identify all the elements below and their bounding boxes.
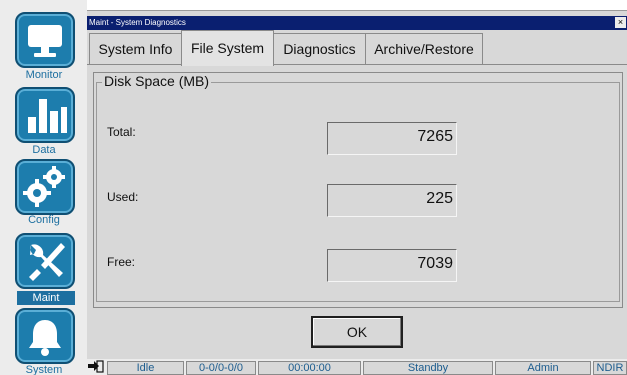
sidebar-item-config[interactable] xyxy=(15,159,75,215)
sidebar-item-label: System xyxy=(25,364,63,375)
sidebar-item-label: Maint xyxy=(17,291,75,305)
sidebar-item-label: Config xyxy=(28,214,60,226)
system-diagnostics-dialog: Maint - System Diagnostics × System Info… xyxy=(87,16,627,359)
sidebar-item-label: Monitor xyxy=(25,69,63,81)
used-label: Used: xyxy=(107,190,139,204)
status-mode: Standby xyxy=(363,361,493,375)
tab-file-system[interactable]: File System xyxy=(181,30,274,66)
sidebar-item-system[interactable] xyxy=(15,308,75,364)
gears-icon xyxy=(23,166,65,207)
total-value: 7265 xyxy=(327,122,457,155)
ok-button[interactable]: OK xyxy=(311,316,403,348)
tab-system-info[interactable]: System Info xyxy=(89,33,182,65)
status-user: Admin xyxy=(495,361,591,375)
sidebar-item-maint[interactable] xyxy=(15,233,75,289)
tools-icon xyxy=(29,243,65,281)
sidebar-item-label: Data xyxy=(32,144,56,156)
free-value: 7039 xyxy=(327,249,457,282)
status-time: 00:00:00 xyxy=(258,361,361,375)
login-icon[interactable] xyxy=(87,359,105,375)
bell-icon xyxy=(29,320,61,356)
tab-divider xyxy=(87,64,627,65)
sidebar-item-monitor[interactable] xyxy=(15,12,75,68)
close-button[interactable]: × xyxy=(615,17,626,28)
tab-diagnostics[interactable]: Diagnostics xyxy=(273,33,366,65)
sidebar: Monitor Data Config Maint System xyxy=(0,0,87,375)
sidebar-item-data[interactable] xyxy=(15,87,75,143)
total-label: Total: xyxy=(107,125,136,139)
status-counters: 0-0/0-0/0 xyxy=(186,361,256,375)
status-sensor: NDIR xyxy=(593,361,627,375)
used-value: 225 xyxy=(327,184,457,217)
tab-archive-restore[interactable]: Archive/Restore xyxy=(365,33,483,65)
tab-strip: System Info File System Diagnostics Arch… xyxy=(87,30,627,66)
group-title: Disk Space (MB) xyxy=(102,73,212,89)
dialog-title: Maint - System Diagnostics xyxy=(87,16,627,30)
status-state: Idle xyxy=(107,361,184,375)
free-label: Free: xyxy=(107,255,136,269)
monitor-icon xyxy=(28,25,62,57)
status-bar: Idle 0-0/0-0/0 00:00:00 Standby Admin ND… xyxy=(87,359,627,375)
bar-chart-icon xyxy=(28,99,67,133)
